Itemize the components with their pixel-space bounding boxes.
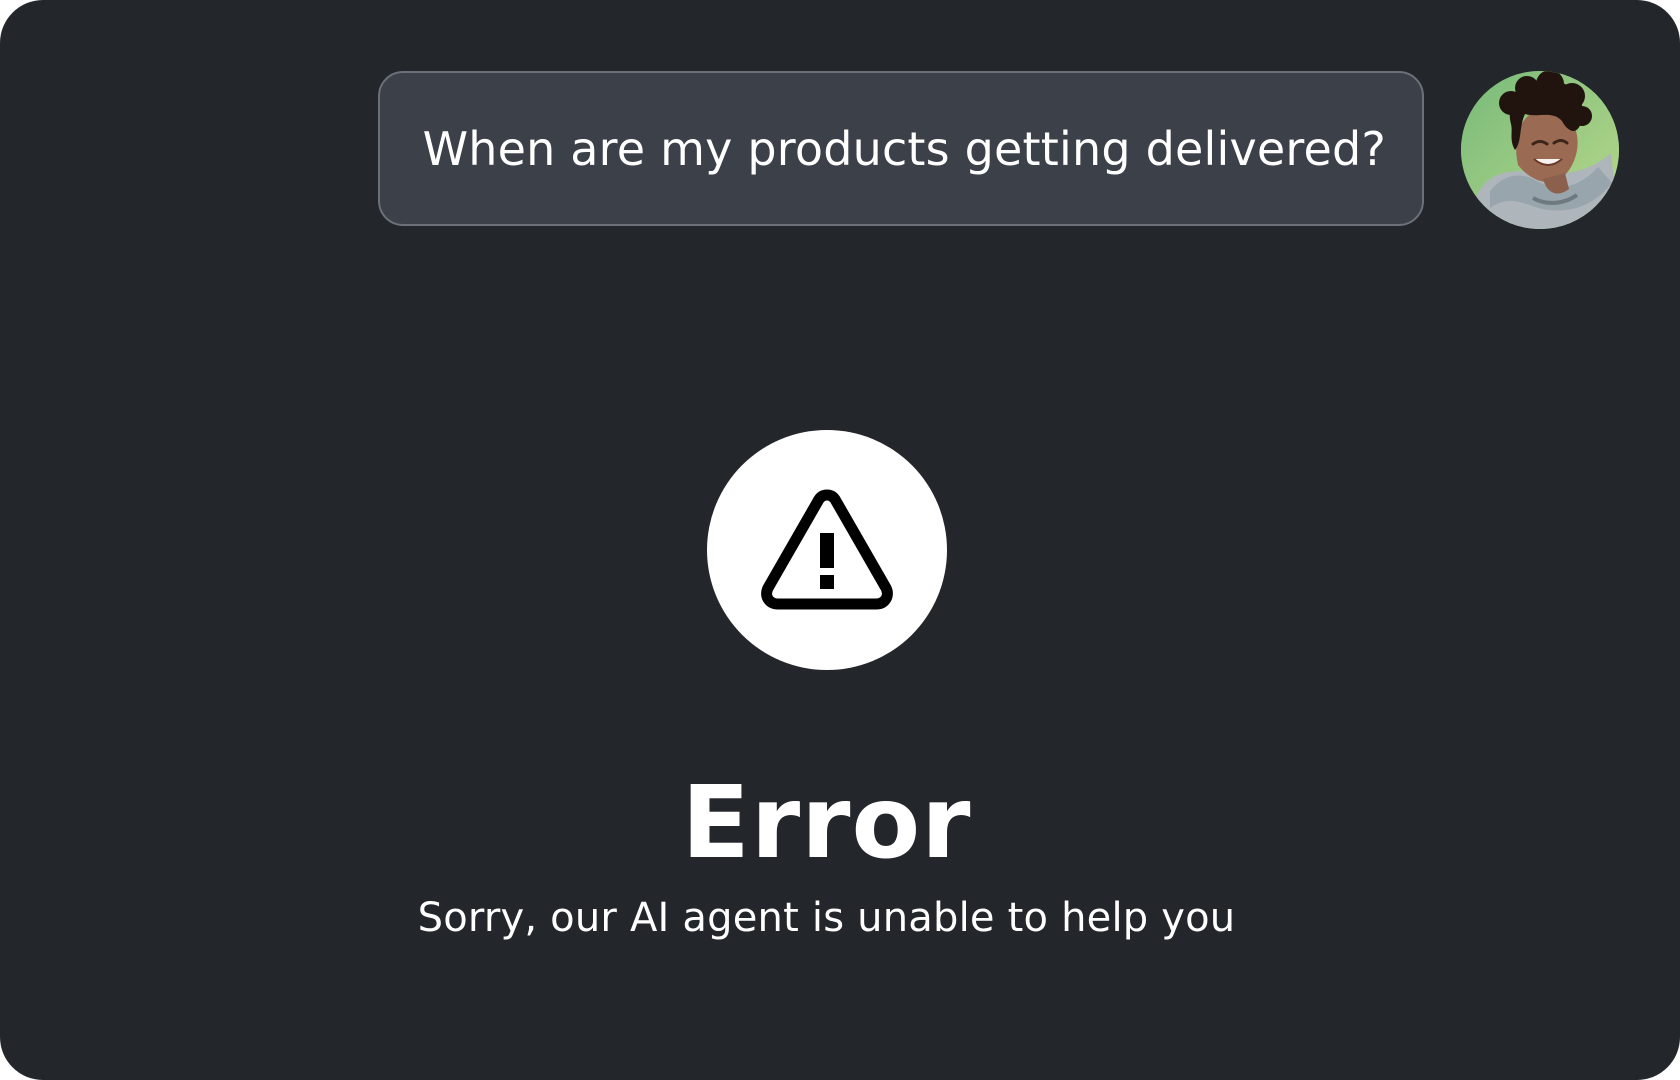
error-state: Error Sorry, our AI agent is unable to h… xyxy=(0,430,1653,941)
warning-triangle-icon xyxy=(761,489,893,610)
error-title: Error xyxy=(681,764,972,881)
user-message-bubble: When are my products getting delivered? xyxy=(378,71,1424,226)
warning-circle xyxy=(707,430,947,670)
user-message-row: When are my products getting delivered? xyxy=(378,71,1619,229)
user-message-text: When are my products getting delivered? xyxy=(422,121,1386,176)
chat-error-panel: When are my products getting delivered? xyxy=(0,0,1680,1080)
error-message: Sorry, our AI agent is unable to help yo… xyxy=(417,895,1236,941)
user-avatar-icon xyxy=(1461,71,1619,229)
